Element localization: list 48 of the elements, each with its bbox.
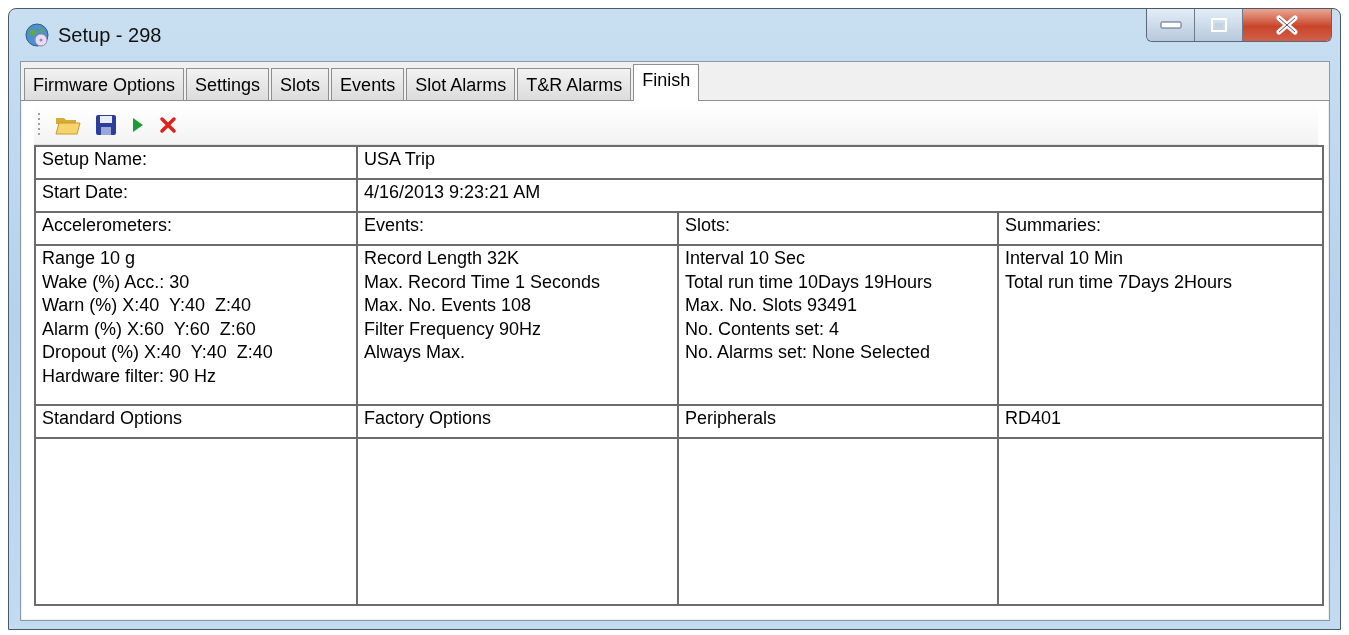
tab[interactable]: Finish (633, 64, 700, 101)
minimize-button[interactable] (1147, 9, 1195, 41)
close-button[interactable] (1243, 9, 1331, 41)
detail-line: Hardware filter: 90 Hz (42, 364, 218, 388)
play-icon[interactable] (131, 115, 145, 134)
field-value: 4/16/2013 9:23:21 AM (357, 179, 1323, 212)
detail-line: Max. Record Time 1 Seconds (364, 270, 602, 294)
detail-line: Always Max. (364, 341, 467, 364)
maximize-button[interactable] (1195, 9, 1243, 41)
tab[interactable]: Settings (186, 68, 270, 100)
tab[interactable]: Events (331, 68, 405, 100)
field-label: Setup Name: (35, 146, 357, 179)
column-heading: RD401 (998, 405, 1323, 438)
column-heading: Slots: (678, 212, 998, 245)
detail-line: Filter Frequency 90Hz (364, 317, 543, 341)
column-heading: Peripherals (678, 405, 998, 438)
tab[interactable]: Slots (271, 68, 330, 100)
field-value: USA Trip (357, 146, 1323, 179)
column-heading: Events: (357, 212, 678, 245)
detail-line: Total run time 7Days 2Hours (1005, 270, 1234, 294)
close-icon[interactable] (159, 115, 177, 134)
detail-line: No. Alarms set: None Selected (685, 341, 932, 364)
field-label: Start Date: (35, 179, 357, 212)
column-heading: Factory Options (357, 405, 678, 438)
detail-line: Max. No. Events 108 (364, 294, 533, 317)
globe-icon (24, 22, 50, 48)
detail-line: Record Length 32K (364, 247, 521, 270)
column-heading: Accelerometers: (35, 212, 357, 245)
column-heading: Summaries: (998, 212, 1323, 245)
column-heading: Standard Options (35, 405, 357, 438)
detail-line: Dropout (%) X:40 Y:40 Z:40 (42, 341, 274, 364)
window-title: Setup - 298 (58, 23, 162, 48)
detail-line: Range 10 g (42, 247, 137, 270)
detail-line: Wake (%) Acc.: 30 (42, 270, 191, 294)
tab[interactable]: T&R Alarms (517, 68, 632, 100)
tab[interactable]: Firmware Options (24, 68, 185, 100)
detail-line: Total run time 10Days 19Hours (685, 270, 934, 294)
detail-line: Warn (%) X:40 Y:40 Z:40 (42, 294, 253, 317)
detail-line: Max. No. Slots 93491 (685, 294, 859, 317)
detail-line: Interval 10 Sec (685, 247, 807, 270)
minimize-icon (1159, 21, 1182, 29)
close-icon (1275, 15, 1299, 35)
detail-line: Alarm (%) X:60 Y:60 Z:60 (42, 317, 257, 341)
detail-line: No. Contents set: 4 (685, 317, 841, 341)
grip-icon (38, 111, 41, 138)
maximize-icon (1210, 18, 1227, 32)
detail-line: Interval 10 Min (1005, 247, 1125, 270)
tab[interactable]: Slot Alarms (406, 68, 516, 100)
